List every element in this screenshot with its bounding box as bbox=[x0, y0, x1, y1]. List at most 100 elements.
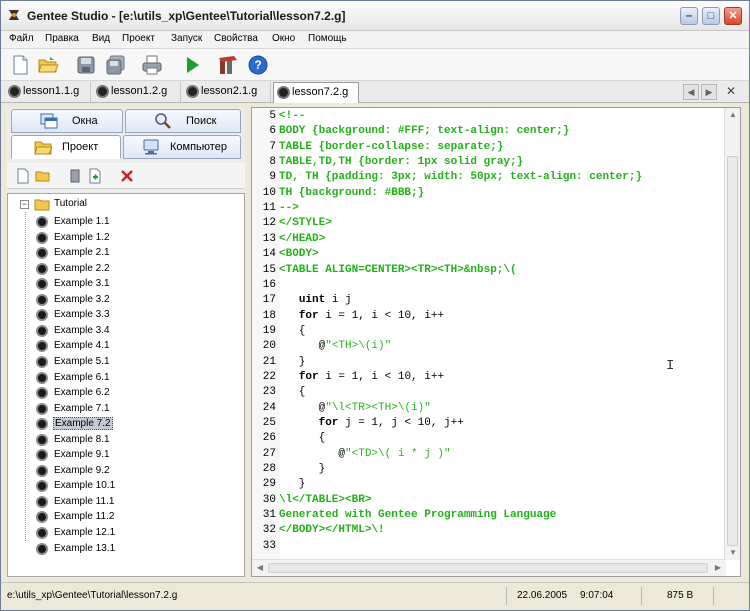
tree-item-label: Example 7.1 bbox=[54, 402, 110, 414]
tab-lesson1-2[interactable]: lesson1.2.g bbox=[93, 82, 181, 102]
menu-help[interactable]: Помощь bbox=[308, 33, 347, 44]
code-line: 27 @"<TD>\( i * j )" bbox=[252, 448, 722, 463]
tab-lesson1-1[interactable]: lesson1.1.g bbox=[5, 82, 91, 102]
tab-lesson2-1[interactable]: lesson2.1.g bbox=[183, 82, 271, 102]
tree-item[interactable]: Example 13.1 bbox=[36, 542, 176, 557]
title-bar[interactable]: Gentee Studio - [e:\utils_xp\Gentee\Tuto… bbox=[1, 1, 749, 31]
tree-item[interactable]: Example 1.2 bbox=[36, 231, 176, 246]
scroll-down-icon[interactable]: ▼ bbox=[726, 546, 740, 560]
help-icon[interactable]: ? bbox=[247, 54, 269, 76]
tab-search[interactable]: Поиск bbox=[125, 109, 241, 133]
tree-item[interactable]: Example 3.3 bbox=[36, 308, 176, 323]
code-line: 11 --> bbox=[252, 202, 722, 217]
gentee-file-icon bbox=[36, 433, 48, 446]
code-text: for i = 1, i < 10, i++ bbox=[298, 309, 445, 322]
tree-item-label: Example 11.2 bbox=[54, 511, 115, 523]
code-text: for j = 1, j < 10, j++ bbox=[318, 417, 464, 429]
menu-edit[interactable]: Правка bbox=[45, 33, 79, 44]
tree-item[interactable]: Example 9.1 bbox=[36, 448, 176, 463]
tab-label: lesson1.2.g bbox=[111, 85, 168, 97]
add-file-icon[interactable] bbox=[87, 168, 103, 184]
scroll-up-icon[interactable]: ▲ bbox=[726, 108, 740, 122]
gentee-file-icon bbox=[36, 511, 48, 524]
tree-item[interactable]: Example 5.1 bbox=[36, 355, 176, 370]
tree-item[interactable]: Example 12.1 bbox=[36, 526, 176, 541]
tree-item[interactable]: Example 4.1 bbox=[36, 339, 176, 354]
tab-label: lesson1.1.g bbox=[23, 85, 80, 97]
line-number: 17 bbox=[262, 294, 276, 307]
menu-view[interactable]: Вид bbox=[92, 33, 110, 44]
tree-item[interactable]: Example 11.1 bbox=[36, 495, 176, 510]
horizontal-scroll-thumb[interactable] bbox=[268, 563, 708, 573]
scroll-left-icon[interactable]: ◀ bbox=[253, 561, 267, 575]
code-text: @"<TH>\(i)" bbox=[279, 340, 392, 353]
menu-project[interactable]: Проект bbox=[122, 33, 155, 44]
tab-scroll-right-button[interactable]: ▶ bbox=[701, 84, 717, 100]
save-icon[interactable] bbox=[75, 54, 97, 76]
code-text: uint i j bbox=[298, 294, 352, 307]
tree-item[interactable]: Example 7.1 bbox=[36, 402, 176, 417]
tree-item[interactable]: Example 10.1 bbox=[36, 479, 176, 494]
code-line: 6 BODY {background: #FFF; text-align: cen… bbox=[252, 125, 722, 140]
line-number: 5 bbox=[269, 110, 276, 122]
tab-computer[interactable]: Компьютер bbox=[123, 135, 241, 159]
vertical-scrollbar[interactable]: ▲ ▼ bbox=[724, 108, 740, 560]
code-line: 18 for i = 1, i < 10, i++ bbox=[252, 310, 722, 325]
menu-run[interactable]: Запуск bbox=[171, 33, 202, 44]
tree-item[interactable]: Example 3.4 bbox=[36, 324, 176, 339]
tree-item[interactable]: Example 9.2 bbox=[36, 464, 176, 479]
delete-icon[interactable] bbox=[119, 168, 135, 184]
code-editor[interactable]: 5 <!-- 6 BODY {background: #FFF; text-align… bbox=[251, 107, 741, 577]
tab-lesson7-2[interactable]: lesson7.2.g bbox=[273, 82, 359, 103]
tree-item-label: Example 11.1 bbox=[54, 495, 115, 507]
vertical-scroll-thumb[interactable] bbox=[727, 156, 738, 546]
close-button[interactable]: ✕ bbox=[724, 7, 742, 25]
tab-windows[interactable]: Окна bbox=[11, 109, 123, 133]
run-icon[interactable] bbox=[181, 54, 203, 76]
new-file-icon[interactable] bbox=[15, 168, 31, 184]
code-text: TABLE {border-collapse: separate;} bbox=[279, 140, 504, 153]
horizontal-scrollbar[interactable]: ◀ ▶ bbox=[252, 559, 726, 576]
tree-item[interactable]: Example 6.1 bbox=[36, 371, 176, 386]
tree-item[interactable]: Example 8.1 bbox=[36, 433, 176, 448]
window-title: Gentee Studio - [e:\utils_xp\Gentee\Tuto… bbox=[27, 9, 346, 23]
print-icon[interactable] bbox=[141, 54, 163, 76]
line-number: 6 bbox=[269, 125, 276, 138]
tab-close-button[interactable]: ✕ bbox=[723, 84, 739, 100]
menu-window[interactable]: Окно bbox=[272, 33, 295, 44]
line-number: 7 bbox=[269, 140, 276, 153]
collapse-icon[interactable]: − bbox=[20, 200, 29, 209]
status-file-path: e:\utils_xp\Gentee\Tutorial\lesson7.2.g bbox=[7, 590, 178, 601]
tree-item-label: Example 10.1 bbox=[54, 480, 116, 492]
code-line: 12 </STYLE> bbox=[252, 217, 722, 232]
open-folder-icon[interactable] bbox=[35, 168, 51, 184]
code-line: 5 <!-- bbox=[252, 110, 722, 125]
open-folder-icon[interactable] bbox=[37, 54, 59, 76]
tree-item[interactable]: Example 3.1 bbox=[36, 277, 176, 292]
minimize-button[interactable]: ‒ bbox=[680, 7, 698, 25]
document-icon[interactable] bbox=[67, 168, 83, 184]
new-file-icon[interactable] bbox=[9, 54, 31, 76]
menu-properties[interactable]: Свойства bbox=[214, 33, 258, 44]
line-number: 21 bbox=[262, 355, 276, 368]
menu-bar: Файл Правка Вид Проект Запуск Свойства О… bbox=[1, 31, 749, 49]
build-icon[interactable] bbox=[217, 54, 239, 76]
code-text: TD, TH {padding: 3px; width: 50px; text-… bbox=[279, 171, 643, 184]
tree-item[interactable]: Example 7.2 bbox=[36, 417, 176, 432]
tree-item[interactable]: Example 3.2 bbox=[36, 293, 176, 308]
maximize-button[interactable]: □ bbox=[702, 7, 720, 25]
menu-file[interactable]: Файл bbox=[9, 33, 34, 44]
code-line: 19 { bbox=[252, 325, 722, 340]
tab-project[interactable]: Проект bbox=[11, 135, 121, 159]
tree-item[interactable]: Example 11.2 bbox=[36, 510, 176, 525]
line-number: 16 bbox=[262, 278, 276, 291]
tab-scroll-left-button[interactable]: ◀ bbox=[683, 84, 699, 100]
tree-item[interactable]: Example 1.1 bbox=[36, 215, 176, 230]
gentee-file-icon bbox=[36, 247, 48, 260]
gentee-file-icon bbox=[36, 278, 48, 291]
tree-item[interactable]: Example 2.1 bbox=[36, 246, 176, 261]
save-all-icon[interactable] bbox=[105, 54, 127, 76]
tree-item[interactable]: Example 2.2 bbox=[36, 262, 176, 277]
scroll-right-icon[interactable]: ▶ bbox=[711, 561, 725, 575]
tree-item[interactable]: Example 6.2 bbox=[36, 386, 176, 401]
